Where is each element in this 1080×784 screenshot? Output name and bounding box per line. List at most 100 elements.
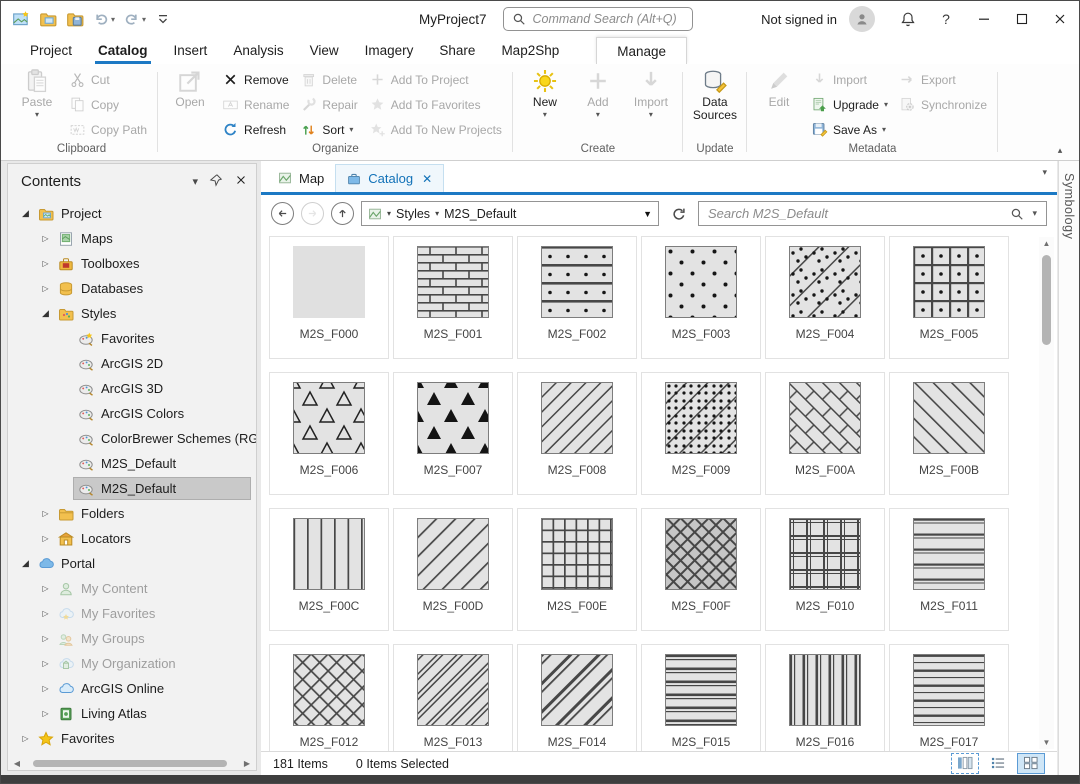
tree-item-favorites[interactable]: Favorites xyxy=(8,326,256,351)
notifications-button[interactable] xyxy=(889,1,927,37)
open-project-button[interactable] xyxy=(36,6,60,32)
ribbon-button-repair[interactable]: Repair xyxy=(296,92,361,117)
sign-in-status[interactable]: Not signed in xyxy=(761,12,837,27)
collapse-arrow-icon[interactable]: ◢ xyxy=(18,208,33,219)
ribbon-tab-share[interactable]: Share xyxy=(426,37,488,64)
ribbon-button-add-to-project[interactable]: Add To Project xyxy=(365,67,506,92)
new-project-button[interactable] xyxy=(9,6,33,32)
location-dropdown-icon[interactable]: ▼ xyxy=(643,209,652,219)
context-chevron-icon[interactable]: ▾ xyxy=(387,209,391,218)
style-tile-m2s-f00b[interactable]: M2S_F00B xyxy=(889,372,1009,495)
expand-arrow-icon[interactable]: ▷ xyxy=(38,284,53,293)
grid-vertical-scrollbar[interactable]: ▲ ▼ xyxy=(1039,237,1054,749)
expand-arrow-icon[interactable]: ▷ xyxy=(38,584,53,593)
tree-item-my-organization[interactable]: ▷My Organization xyxy=(8,651,256,676)
undo-menu-chevron-icon[interactable]: ▾ xyxy=(111,15,115,24)
ribbon-button-add-to-favorites[interactable]: Add To Favorites xyxy=(365,92,506,117)
expand-arrow-icon[interactable]: ▷ xyxy=(38,659,53,668)
location-path-value[interactable]: M2S_Default xyxy=(444,207,516,221)
list-view-button[interactable] xyxy=(984,753,1012,774)
undo-button[interactable]: ▾ xyxy=(90,6,118,32)
ribbon-button-import[interactable]: Import▾ xyxy=(626,65,676,143)
tree-item-arcgis-3d[interactable]: ArcGIS 3D xyxy=(8,376,256,401)
pin-icon[interactable] xyxy=(209,173,223,190)
thumbnail-view-button[interactable] xyxy=(1017,753,1045,774)
expand-arrow-icon[interactable]: ▷ xyxy=(38,709,53,718)
style-tile-m2s-f017[interactable]: M2S_F017 xyxy=(889,644,1009,751)
style-tile-m2s-f004[interactable]: M2S_F004 xyxy=(765,236,885,359)
expand-arrow-icon[interactable]: ▷ xyxy=(38,534,53,543)
details-view-button[interactable] xyxy=(951,753,979,774)
scrollbar-thumb[interactable] xyxy=(1042,255,1051,345)
tree-item-toolboxes[interactable]: ▷Toolboxes xyxy=(8,251,256,276)
tree-item-m2s-default[interactable]: M2S_Default xyxy=(8,451,256,476)
style-tile-m2s-f00f[interactable]: M2S_F00F xyxy=(641,508,761,631)
maximize-button[interactable] xyxy=(1003,1,1041,37)
style-tile-m2s-f014[interactable]: M2S_F014 xyxy=(517,644,637,751)
ribbon-tab-imagery[interactable]: Imagery xyxy=(352,37,427,64)
tree-item-maps[interactable]: ▷Maps xyxy=(8,226,256,251)
tree-item-portal[interactable]: ◢Portal xyxy=(8,551,256,576)
expand-arrow-icon[interactable]: ▷ xyxy=(38,634,53,643)
tree-item-living-atlas[interactable]: ▷Living Atlas xyxy=(8,701,256,726)
scroll-down-icon[interactable]: ▼ xyxy=(1043,736,1051,749)
ribbon-tab-analysis[interactable]: Analysis xyxy=(220,37,296,64)
tree-item-folders[interactable]: ▷Folders xyxy=(8,501,256,526)
save-project-button[interactable] xyxy=(63,6,87,32)
scrollbar-thumb[interactable] xyxy=(33,760,227,767)
expand-arrow-icon[interactable]: ▷ xyxy=(38,509,53,518)
ribbon-button-sort[interactable]: Sort▾ xyxy=(296,117,361,142)
ribbon-button-import[interactable]: Import xyxy=(807,67,892,92)
style-tile-m2s-f000[interactable]: M2S_F000 xyxy=(269,236,389,359)
ribbon-button-copy-path[interactable]: Copy Path xyxy=(65,117,151,142)
tree-item-locators[interactable]: ▷Locators xyxy=(8,526,256,551)
up-button[interactable] xyxy=(331,202,354,225)
ribbon-button-add[interactable]: Add▾ xyxy=(573,65,623,143)
ribbon-button-data-sources[interactable]: Data Sources xyxy=(690,65,740,143)
style-tile-m2s-f003[interactable]: M2S_F003 xyxy=(641,236,761,359)
style-tile-m2s-f011[interactable]: M2S_F011 xyxy=(889,508,1009,631)
help-button[interactable]: ? xyxy=(927,1,965,37)
ribbon-button-add-to-new-projects[interactable]: Add To New Projects xyxy=(365,117,506,142)
ribbon-button-export[interactable]: Export xyxy=(895,67,991,92)
style-tile-m2s-f006[interactable]: M2S_F006 xyxy=(269,372,389,495)
style-tile-m2s-f00e[interactable]: M2S_F00E xyxy=(517,508,637,631)
style-tile-m2s-f012[interactable]: M2S_F012 xyxy=(269,644,389,751)
style-tile-m2s-f016[interactable]: M2S_F016 xyxy=(765,644,885,751)
view-tab-map[interactable]: Map xyxy=(267,164,335,192)
tree-item-arcgis-2d[interactable]: ArcGIS 2D xyxy=(8,351,256,376)
tree-item-databases[interactable]: ▷Databases xyxy=(8,276,256,301)
contents-close-icon[interactable] xyxy=(234,173,248,190)
back-button[interactable] xyxy=(271,202,294,225)
expand-arrow-icon[interactable]: ▷ xyxy=(38,609,53,618)
forward-button[interactable] xyxy=(301,202,324,225)
scroll-up-icon[interactable]: ▲ xyxy=(1043,237,1051,250)
ribbon-button-save-as[interactable]: Save As▾ xyxy=(807,117,892,142)
style-tile-m2s-f002[interactable]: M2S_F002 xyxy=(517,236,637,359)
ribbon-button-edit[interactable]: Edit xyxy=(754,65,804,143)
redo-menu-chevron-icon[interactable]: ▾ xyxy=(142,15,146,24)
scroll-left-icon[interactable]: ◀ xyxy=(11,759,23,768)
tree-item-m2s-default[interactable]: M2S_Default xyxy=(8,476,256,501)
catalog-search-input[interactable]: Search M2S_Default ▾ xyxy=(698,201,1047,226)
expand-arrow-icon[interactable]: ▷ xyxy=(38,259,53,268)
collapse-ribbon-button[interactable]: ▴ xyxy=(1051,143,1069,157)
tree-item-favorites[interactable]: ▷Favorites xyxy=(8,726,256,751)
tree-item-my-content[interactable]: ▷My Content xyxy=(8,576,256,601)
tree-item-my-favorites[interactable]: ▷My Favorites xyxy=(8,601,256,626)
tree-item-colorbrewer-schemes-rgb[interactable]: ColorBrewer Schemes (RGB) xyxy=(8,426,256,451)
tree-item-arcgis-online[interactable]: ▷ArcGIS Online xyxy=(8,676,256,701)
style-tile-m2s-f00a[interactable]: M2S_F00A xyxy=(765,372,885,495)
view-tabs-chevron-icon[interactable]: ▾ xyxy=(1042,167,1047,178)
style-tile-m2s-f00c[interactable]: M2S_F00C xyxy=(269,508,389,631)
expand-arrow-icon[interactable]: ▷ xyxy=(38,234,53,243)
customize-quick-access-button[interactable] xyxy=(152,6,174,32)
symbology-pane-tab[interactable]: Symbology xyxy=(1058,161,1079,775)
refresh-view-button[interactable] xyxy=(666,201,691,226)
command-search-input[interactable]: Command Search (Alt+Q) xyxy=(503,7,693,31)
ribbon-button-synchronize[interactable]: Synchronize xyxy=(895,92,991,117)
ribbon-button-open[interactable]: Open xyxy=(165,65,215,143)
style-tile-m2s-f013[interactable]: M2S_F013 xyxy=(393,644,513,751)
location-context-label[interactable]: Styles xyxy=(396,207,430,221)
style-tile-m2s-f015[interactable]: M2S_F015 xyxy=(641,644,761,751)
